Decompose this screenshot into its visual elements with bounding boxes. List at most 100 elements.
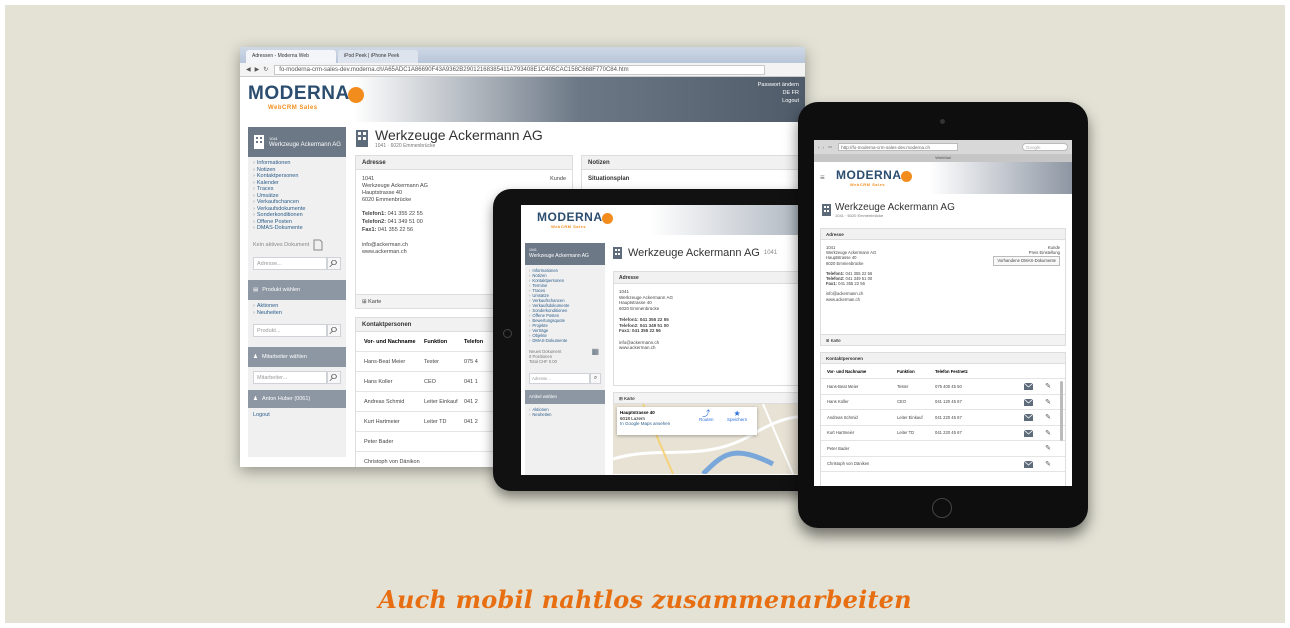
contact-name: Christoph von Däniken (827, 461, 870, 467)
page-subtitle: 1041 · 6020 Emmenbrücke (835, 213, 884, 218)
phone-value[interactable]: 041 355 22 55 (388, 211, 423, 217)
product-search: Produkt... ⌕ (253, 321, 341, 338)
contact-role: Tester (424, 358, 439, 365)
employee-panel-header[interactable]: ♟ Mitarbeiter wählen (248, 346, 346, 367)
address-card-title: Adresse (356, 156, 572, 170)
sidebar-item[interactable]: DMAS-Dokumente (253, 225, 341, 232)
address-search-input[interactable]: Adresse... (529, 373, 590, 384)
edit-icon[interactable]: ✎ (1045, 429, 1051, 437)
mail-icon[interactable] (1024, 414, 1033, 421)
contact-phone[interactable]: 075 4 (464, 359, 478, 365)
back-icon[interactable]: ‹ (818, 145, 820, 150)
menu-icon[interactable]: ≡ (820, 173, 825, 182)
contact-name: Hans Koller (364, 378, 393, 385)
contact-phone[interactable]: 041 220 45 67 (935, 430, 1005, 435)
contact-phone[interactable]: 041 2 (464, 419, 478, 425)
sidebar-nav: InformationenNotizenKontaktpersonenKalen… (248, 157, 346, 235)
edit-icon[interactable]: ✎ (1045, 460, 1051, 468)
table-row[interactable]: Christoph von Däniken ✎ (821, 457, 1065, 472)
search-icon[interactable]: ⌕ (327, 321, 341, 338)
scrollbar[interactable] (1060, 381, 1063, 441)
search-field[interactable]: Google (1022, 143, 1068, 151)
fax-label: Fax1: (362, 227, 377, 233)
product-item-actions[interactable]: Aktionen (253, 303, 341, 310)
table-row[interactable]: Kurt Hartmeier Leiter TD 041 220 45 67 ✎ (821, 426, 1065, 441)
contact-phone[interactable]: 075 400 45 50 (935, 384, 1005, 389)
contact-phone[interactable]: 041 1 (464, 379, 478, 385)
product-item-news[interactable]: Neuheiten (529, 412, 601, 417)
dmas-documents-button[interactable]: Vorhandene DMAS-Dokumente (993, 256, 1060, 266)
phone-value[interactable]: 041 349 51 00 (388, 219, 423, 225)
reload-icon[interactable]: ↻ (263, 66, 268, 73)
sidebar-logout-link[interactable]: Logout (248, 408, 346, 422)
search-icon[interactable]: ⌕ (590, 373, 601, 384)
contact-role: Leiter TD (424, 418, 447, 425)
language-switch[interactable]: DE FR (758, 89, 800, 97)
forward-icon[interactable]: › (823, 145, 825, 150)
address-search-input[interactable]: Adresse... (253, 256, 327, 270)
logout-link[interactable]: Logout (758, 97, 799, 105)
mail-icon[interactable] (1024, 398, 1033, 406)
contact-phone[interactable]: 041 220 45 67 (935, 415, 1005, 420)
product-search-input[interactable]: Produkt... (253, 323, 327, 337)
no-document-row: Kein aktives Dokument (248, 235, 346, 255)
search-icon[interactable]: ⌕ (327, 254, 341, 271)
table-row[interactable]: Andreas Schmid Leiter Einkauf 041 220 45 6… (821, 410, 1065, 426)
cart-icon[interactable]: ▦ (591, 348, 599, 356)
contacts-table-header: Vor- und Nachname Funktion Telefon Festn… (821, 364, 1065, 379)
moderna-logo[interactable]: MODERNA WebCRM Sales (836, 168, 912, 187)
edit-icon[interactable]: ✎ (1045, 413, 1051, 421)
edit-icon[interactable]: ✎ (1045, 444, 1051, 452)
address-line: 1041 (362, 176, 375, 182)
table-row[interactable]: Hans-Beat Meier Tester 075 400 45 50 ✎ (821, 379, 1065, 395)
mail-icon[interactable] (1024, 460, 1033, 468)
url-field[interactable]: http://fo-moderna-crm-sales-dev.moderna.… (838, 143, 959, 151)
address-card: Adresse Kunde Preis Einstellung Vorhande… (820, 228, 1066, 346)
tab-label: Adressen - Moderna Web (252, 53, 309, 59)
user-panel[interactable]: ♟ Anton Huber (0061) (248, 389, 346, 408)
sidebar-item[interactable]: DMAS-Dokumente (529, 338, 601, 343)
table-row[interactable]: Peter Bader ✎ (821, 441, 1065, 457)
contact-phone[interactable]: 041 2 (464, 399, 478, 405)
column-header: Telefon Festnetz (935, 368, 968, 374)
edit-icon[interactable]: ✎ (1045, 382, 1051, 390)
tablet-landscape-header: MODERNA WebCRM Sales (521, 205, 844, 235)
contact-role: CEO (897, 399, 907, 405)
browser-tab[interactable]: iPod Peek | iPhone Peek (338, 50, 418, 63)
tablet-portrait-header: ≡ MODERNA WebCRM Sales (814, 162, 1072, 194)
contact-name: Hans Koller (827, 399, 849, 405)
bookmarks-icon[interactable]: ▭ (828, 144, 832, 150)
back-icon[interactable]: ◀ (246, 66, 251, 73)
map-collapsible[interactable]: ⊞ Karte (820, 334, 1066, 346)
moderna-logo[interactable]: MODERNA WebCRM Sales (537, 210, 613, 229)
search-icon[interactable]: ⌕ (327, 368, 341, 385)
contact-role: Leiter Einkauf (897, 414, 923, 420)
browser-tab-active[interactable]: Adressen - Moderna Web (246, 50, 336, 63)
url-field[interactable]: fo-moderna-crm-sales-dev.moderna.ch/A65A… (274, 64, 765, 75)
map-info-card: Hauptstrasse 40 6018 Luzern In Google Ma… (617, 407, 757, 435)
home-button-icon[interactable] (503, 329, 512, 338)
change-password-link[interactable]: Passwort ändern (758, 81, 799, 89)
contact-name: Andreas Schmid (364, 398, 405, 405)
page-title: Werkzeuge Ackermann AG (835, 202, 955, 213)
logo-swoosh-icon (601, 213, 613, 224)
page-title: Werkzeuge Ackermann AG (628, 247, 760, 259)
home-button-icon[interactable] (932, 498, 952, 518)
forward-icon[interactable]: ▶ (255, 66, 260, 73)
website-link[interactable]: www.ackerman.ch (826, 297, 1060, 302)
user-icon: ♟ (253, 395, 258, 402)
route-button[interactable]: ⤴ Routen (699, 410, 714, 422)
table-row[interactable]: Hans Koller CEO 041 120 45 67 ✎ (821, 395, 1065, 410)
mail-icon[interactable] (1024, 429, 1033, 437)
sidebar: 1041 Werkzeuge Ackermann AG Informatione… (248, 127, 346, 457)
product-panel-header[interactable]: Artikel wählen (525, 390, 605, 404)
employee-search-input[interactable]: Mitarbeiter... (253, 370, 327, 384)
moderna-logo[interactable]: MODERNA WebCRM Sales (248, 83, 364, 111)
edit-icon[interactable]: ✎ (1045, 398, 1051, 406)
product-panel-header[interactable]: ▤ Produkt wählen (248, 279, 346, 300)
product-item-news[interactable]: Neuheiten (253, 310, 341, 317)
mail-icon[interactable] (1024, 383, 1033, 390)
save-button[interactable]: ★ Speichern (727, 410, 747, 422)
contact-phone[interactable]: 041 120 45 67 (935, 399, 1005, 404)
address-card-body: Kunde Preis Einstellung Vorhandene DMAS-… (821, 240, 1065, 307)
